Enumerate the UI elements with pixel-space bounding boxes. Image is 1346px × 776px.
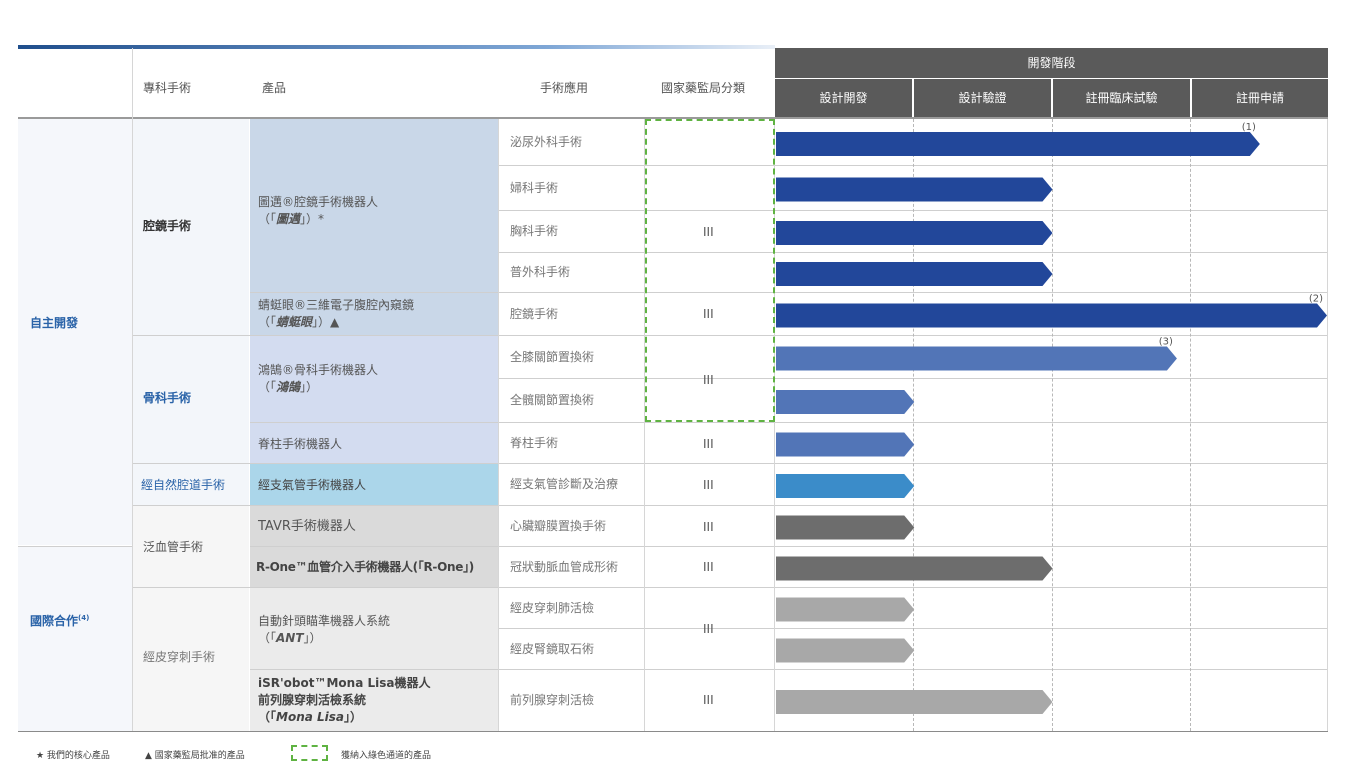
group-international-sup: (4) xyxy=(78,614,90,622)
product-monalisa-line2: 前列腺穿刺活檢系統 xyxy=(258,693,367,707)
row-divider xyxy=(133,505,1328,506)
phase-design-dev: 設計開發 xyxy=(775,79,912,117)
legend-core: ★ 我們的核心產品 xyxy=(36,751,110,761)
application-label: 腔鏡手術 xyxy=(510,306,559,321)
nmpa-class-tavr: III xyxy=(703,520,714,534)
progress-bar xyxy=(776,690,1053,714)
group-divider xyxy=(18,546,132,547)
specialty-pan-vascular: 泛血管手術 xyxy=(143,540,204,554)
phase-clinical-trial: 註冊臨床試驗 xyxy=(1053,79,1190,117)
application-label: 前列腺穿刺活檢 xyxy=(510,693,595,707)
col-application: 手術應用 xyxy=(540,81,589,95)
progress-bar xyxy=(776,132,1260,156)
phase-divider-3 xyxy=(1190,119,1191,731)
group-bg-1 xyxy=(18,119,132,545)
product-honghu-line1: 鴻鵠®骨科手術機器人 xyxy=(258,363,379,377)
product-spine: 脊柱手術機器人 xyxy=(258,437,343,451)
product-qingtingyan-line1: 蜻蜓眼®三維電子腹腔內窺鏡 xyxy=(258,298,415,312)
product-honghu-line2: （「鴻鵠」） xyxy=(258,380,319,394)
progress-bar xyxy=(776,177,1053,202)
phase-header-row: 設計開發 設計驗證 註冊臨床試驗 註冊申請 xyxy=(775,79,1328,117)
application-label: 經皮穿刺肺活檢 xyxy=(510,600,595,615)
phase-design-verify: 設計驗證 xyxy=(914,79,1051,117)
bar-footnote: (3) xyxy=(1159,337,1173,348)
application-label: 普外科手術 xyxy=(510,265,571,279)
group-independent: 自主開發 xyxy=(30,316,79,330)
progress-bar xyxy=(776,432,915,457)
product-ant-line2: （「ANT」） xyxy=(258,631,322,645)
specialty-laparoscopic: 腔鏡手術 xyxy=(143,219,192,233)
product-ant-line1: 自動針頭瞄準機器人系統 xyxy=(258,614,391,628)
group-international-label: 國際合作 xyxy=(30,614,79,628)
specialty-percutaneous: 經皮穿刺手術 xyxy=(143,650,216,664)
vline-1 xyxy=(132,48,133,731)
progress-bar xyxy=(776,515,915,540)
application-label: 泌尿外科手術 xyxy=(510,135,583,149)
product-rone: R-One™血管介入手術機器人(「R-One」) xyxy=(256,560,474,574)
product-tumai-line1: 圖邁®腔鏡手術機器人 xyxy=(258,195,379,209)
specialty-natural-orifice: 經自然腔道手術 xyxy=(141,478,226,492)
progress-bar xyxy=(776,597,915,622)
product-honghu: 鴻鵠®骨科手術機器人 （「鴻鵠」） xyxy=(258,362,378,396)
product-bronch: 經支氣管手術機器人 xyxy=(258,478,367,492)
legend-green-box xyxy=(291,745,328,761)
progress-bar xyxy=(776,556,1053,581)
progress-bar xyxy=(776,474,915,498)
product-tumai: 圖邁®腔鏡手術機器人 （「圖邁」）* xyxy=(258,194,378,228)
nmpa-class-spine: III xyxy=(703,437,714,451)
application-label: 胸科手術 xyxy=(510,224,559,238)
dev-stage-label: 開發階段 xyxy=(1027,56,1076,70)
bar-footnote: (2) xyxy=(1309,294,1323,305)
product-ant: 自動針頭瞄準機器人系統 （「ANT」） xyxy=(258,613,390,647)
progress-bar xyxy=(776,221,1053,245)
row-divider xyxy=(250,292,1328,293)
nmpa-class-rone: III xyxy=(703,560,714,574)
nmpa-class-bronch: III xyxy=(703,478,714,492)
product-tavr: TAVR手術機器人 xyxy=(258,519,356,534)
progress-bar xyxy=(776,346,1177,371)
row-divider xyxy=(133,463,1328,464)
progress-bar xyxy=(776,262,1053,286)
phase-registration: 註冊申請 xyxy=(1192,79,1328,117)
application-label: 全膝關節置換術 xyxy=(510,349,595,364)
phase-divider-1 xyxy=(913,119,914,731)
row-divider xyxy=(133,587,1328,588)
vline-right xyxy=(1327,119,1328,731)
application-label: 脊柱手術 xyxy=(510,435,559,450)
col-nmpa: 國家藥監局分類 xyxy=(661,81,746,95)
product-qingtingyan-line2: （「蜻蜓眼」）▲ xyxy=(258,315,340,329)
col-product: 產品 xyxy=(262,81,287,95)
row-divider xyxy=(250,422,1328,423)
product-monalisa-line1: iSR'obot™Mona Lisa機器人 xyxy=(258,676,431,690)
application-label: 經支氣管診斷及治療 xyxy=(510,477,619,491)
green-channel-box xyxy=(645,119,775,422)
specialty-orthopedic: 骨科手術 xyxy=(143,391,192,405)
row-divider xyxy=(250,546,1328,547)
vline-2 xyxy=(498,119,499,731)
progress-bar xyxy=(776,638,915,663)
application-label: 婦科手術 xyxy=(510,180,559,195)
row-divider xyxy=(250,669,1328,670)
product-qingtingyan: 蜻蜓眼®三維電子腹腔內窺鏡 （「蜻蜓眼」）▲ xyxy=(258,297,414,331)
product-monalisa-line3: （「Mona Lisa」） xyxy=(258,710,363,724)
legend-green: 獲納入綠色通道的產品 xyxy=(341,751,432,761)
group-international: 國際合作(4) xyxy=(30,610,89,629)
application-label: 經皮腎鏡取石術 xyxy=(510,641,595,656)
bottom-rule xyxy=(18,731,1328,732)
group-bg-2 xyxy=(18,546,132,731)
col-specialty: 專科手術 xyxy=(143,81,192,95)
nmpa-class-monalisa: III xyxy=(703,693,714,707)
nmpa-class-ant: III xyxy=(703,622,714,636)
legend-approved: ▲ 國家藥監局批准的產品 xyxy=(145,751,245,761)
bar-footnote: (1) xyxy=(1242,122,1256,133)
phase-divider-2 xyxy=(1052,119,1053,731)
product-monalisa: iSR'obot™Mona Lisa機器人 前列腺穿刺活檢系統 （「Mona L… xyxy=(258,675,431,726)
progress-bar xyxy=(776,390,915,414)
application-label: 冠狀動脈血管成形術 xyxy=(510,559,619,574)
application-label: 心臟瓣膜置換手術 xyxy=(510,518,607,533)
application-label: 全髖關節置換術 xyxy=(510,393,595,407)
product-tumai-line2: （「圖邁」）* xyxy=(258,212,325,226)
